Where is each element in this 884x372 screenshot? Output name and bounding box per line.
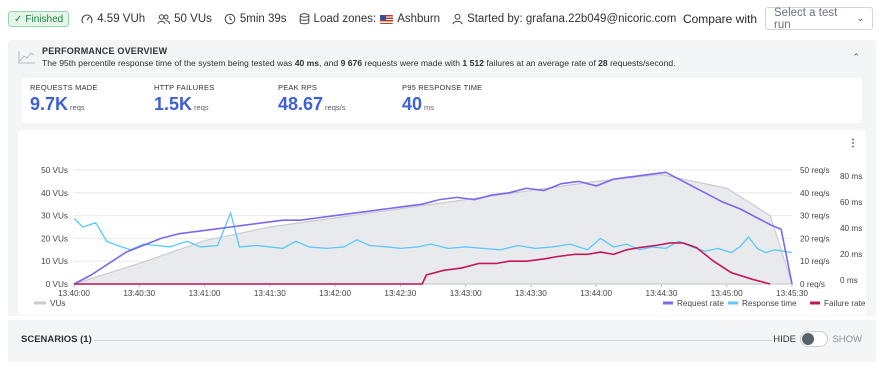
- vus-meta: 50 VUs: [157, 13, 212, 25]
- collapse-chevron-icon[interactable]: ⌃: [852, 52, 860, 63]
- started-by-value: Started by: grafana.22b049@nicoric.com: [467, 13, 677, 25]
- y-tick-label-rps: 10 req/s: [800, 257, 830, 266]
- stat-value: 9.7K: [30, 94, 69, 114]
- scenarios-title: SCENARIOS (1): [21, 334, 92, 345]
- y-tick-label-ms: 80 ms: [840, 172, 862, 181]
- overview-summary: The 95th percentile response time of the…: [42, 58, 676, 68]
- y-tick-label-vus: 50 VUs: [41, 166, 68, 175]
- hide-label: HIDE: [773, 334, 796, 345]
- x-tick-label: 13:41:00: [189, 289, 221, 298]
- stat-unit: reqs: [194, 103, 209, 112]
- stats-row: REQUESTS MADE 9.7K reqs HTTP FAILURES 1.5…: [22, 78, 862, 123]
- stat-unit: reqs/s: [325, 103, 346, 112]
- vus-value: 50 VUs: [174, 13, 212, 25]
- summary-text: requests were made with: [362, 58, 463, 68]
- legend-label: Request rate: [677, 299, 724, 308]
- stat-value: 40: [402, 94, 423, 114]
- x-tick-label: 13:42:30: [384, 289, 416, 298]
- summary-text: The 95th percentile response time of the…: [42, 58, 295, 68]
- legend-label: Response time: [742, 299, 797, 308]
- duration-meta: 5min 39s: [224, 13, 287, 25]
- stat-peak-rps: PEAK RPS 48.67 reqs/s: [278, 83, 345, 115]
- stat-unit: ms: [424, 103, 435, 112]
- scenarios-section: SCENARIOS (1) HIDE SHOW: [8, 320, 876, 362]
- clock-icon: [224, 13, 236, 25]
- performance-chart: ⋮ 0 VUs 10 VUs 20 VUs 30 VUs 40 VUs 50 VUs 0 r…: [18, 130, 866, 315]
- stat-requests-made: REQUESTS MADE 9.7K reqs: [30, 83, 98, 115]
- summary-text: failures at an average rate of: [483, 58, 599, 68]
- compare-test-run-select[interactable]: Select a test run ⌄: [765, 6, 873, 31]
- stat-label: REQUESTS MADE: [30, 83, 98, 92]
- compare-control: Compare with Select a test run ⌄: [682, 6, 873, 31]
- y-tick-label-ms: 60 ms: [840, 198, 862, 207]
- stat-label: PEAK RPS: [278, 83, 318, 92]
- y-tick-label-ms: 40 ms: [840, 224, 862, 233]
- y-tick-label-vus: 40 VUs: [41, 189, 68, 198]
- x-tick-label: 13:40:00: [58, 289, 90, 298]
- gauge-icon: [81, 14, 93, 24]
- compare-select-placeholder: Select a test run: [774, 6, 838, 31]
- show-label: SHOW: [832, 334, 862, 345]
- us-flag-icon: [380, 14, 394, 24]
- stat-value: 48.67: [278, 94, 324, 114]
- legend-label-vus: VUs: [50, 299, 65, 308]
- load-zones-meta: Load zones: Ashburn: [299, 13, 441, 25]
- summary-text: , and: [319, 58, 341, 68]
- stat-label: HTTP FAILURES: [154, 83, 215, 92]
- test-run-header: ✓ Finished 4.59 VUh 50 VUs 5min 39s Load…: [0, 0, 884, 38]
- status-text: Finished: [25, 13, 64, 25]
- load-zones-label: Load zones:: [313, 13, 377, 25]
- y-tick-label-vus: 30 VUs: [41, 212, 68, 221]
- y-tick-label-vus: 20 VUs: [41, 234, 68, 243]
- started-by-meta: Started by: grafana.22b049@nicoric.com: [452, 13, 676, 25]
- chevron-down-icon: ⌄: [856, 13, 864, 23]
- chart-area-icon: [18, 51, 35, 64]
- summary-requests: 9 676: [340, 58, 363, 68]
- divider: [94, 340, 772, 341]
- user-icon: [452, 13, 463, 25]
- hide-show-toggle[interactable]: [800, 331, 828, 347]
- database-icon: [299, 13, 309, 25]
- summary-failures: 1 512: [462, 58, 484, 68]
- x-tick-label: 13:42:00: [319, 289, 351, 298]
- users-icon: [157, 14, 171, 25]
- y-tick-label-vus: 10 VUs: [41, 257, 68, 266]
- stat-label: P95 RESPONSE TIME: [402, 83, 483, 92]
- overview-title: PERFORMANCE OVERVIEW: [42, 46, 168, 56]
- vuh-value: 4.59 VUh: [97, 13, 146, 25]
- x-tick-label: 13:41:30: [254, 289, 286, 298]
- stat-http-failures: HTTP FAILURES 1.5K reqs: [154, 83, 214, 115]
- legend-label: Failure rate: [824, 299, 866, 308]
- stat-p95-response-time: P95 RESPONSE TIME 40 ms: [402, 83, 482, 115]
- load-zone-value: Ashburn: [397, 13, 441, 25]
- y-tick-label-ms: 0 ms: [840, 276, 858, 285]
- x-tick-label: 13:44:30: [646, 289, 678, 298]
- x-tick-label: 13:43:00: [450, 289, 482, 298]
- chart-svg: 0 VUs 10 VUs 20 VUs 30 VUs 40 VUs 50 VUs 0 req…: [34, 166, 866, 308]
- status-badge: ✓ Finished: [8, 11, 70, 27]
- x-tick-label: 13:45:30: [776, 289, 808, 298]
- y-tick-label-rps: 30 req/s: [800, 212, 830, 221]
- x-tick-label: 13:44:00: [580, 289, 612, 298]
- y-tick-label-rps: 0 req/s: [800, 280, 825, 289]
- vuh-meta: 4.59 VUh: [81, 13, 145, 25]
- y-tick-label-rps: 50 req/s: [800, 166, 830, 175]
- x-tick-label: 13:40:30: [123, 289, 155, 298]
- stat-unit: reqs: [70, 103, 85, 112]
- series-vus-area: [73, 173, 793, 285]
- summary-rate: 28: [598, 58, 608, 68]
- x-tick-label: 13:45:00: [711, 289, 743, 298]
- y-tick-label-ms: 20 ms: [840, 250, 862, 259]
- check-icon: ✓: [14, 13, 23, 25]
- performance-overview-panel: PERFORMANCE OVERVIEW The 95th percentile…: [8, 40, 876, 316]
- x-tick-label: 13:43:30: [515, 289, 547, 298]
- y-tick-label-rps: 40 req/s: [800, 189, 830, 198]
- compare-label: Compare with: [682, 11, 757, 26]
- duration-value: 5min 39s: [239, 13, 287, 25]
- y-tick-label-vus: 0 VUs: [46, 280, 68, 289]
- summary-p95: 40 ms: [294, 58, 320, 68]
- summary-text: requests/second.: [607, 58, 676, 68]
- y-tick-label-rps: 20 req/s: [800, 234, 830, 243]
- stat-value: 1.5K: [154, 94, 193, 114]
